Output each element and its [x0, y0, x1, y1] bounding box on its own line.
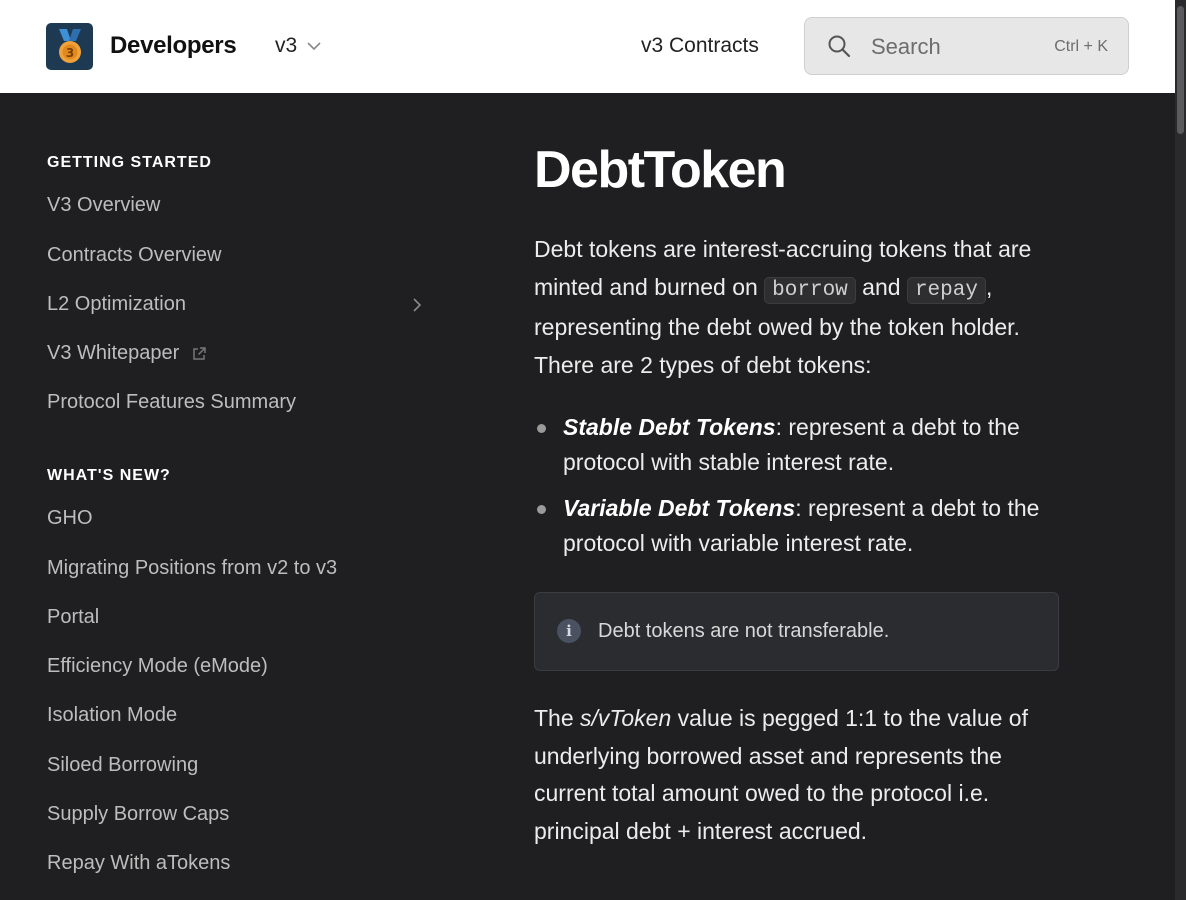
sidebar-item-supply-borrow-caps[interactable]: Supply Borrow Caps [47, 803, 432, 826]
sidebar-item-label: Supply Borrow Caps [47, 803, 230, 825]
top-header: 3 Developers v3 v3 Contracts Search Ctrl… [0, 0, 1175, 93]
info-icon: i [557, 619, 581, 643]
sidebar-item-gho[interactable]: GHO [47, 507, 432, 530]
svg-text:3: 3 [65, 46, 73, 60]
v3-contracts-link[interactable]: v3 Contracts [641, 34, 759, 58]
intro-paragraph: Debt tokens are interest-accruing tokens… [534, 231, 1054, 384]
sidebar-item-siloed-borrowing[interactable]: Siloed Borrowing [47, 754, 432, 777]
sidebar-item-emode[interactable]: Efficiency Mode (eMode) [47, 655, 432, 678]
sidebar-item-contracts-overview[interactable]: Contracts Overview [47, 244, 432, 267]
sidebar-item-label: Migrating Positions from v2 to v3 [47, 557, 338, 579]
list-item: Stable Debt Tokens: represent a debt to … [534, 410, 1054, 480]
scrollbar[interactable] [1175, 0, 1186, 900]
term-stable-debt-tokens: Stable Debt Tokens [563, 414, 776, 440]
sidebar-item-protocol-features-summary[interactable]: Protocol Features Summary [47, 391, 432, 414]
sidebar-item-label: Protocol Features Summary [47, 391, 296, 413]
sidebar-item-migrating-positions[interactable]: Migrating Positions from v2 to v3 [47, 557, 432, 580]
sidebar-item-label: V3 Overview [47, 194, 161, 216]
sidebar-section-whats-new: WHAT'S NEW? [47, 467, 171, 484]
search-icon [828, 35, 851, 58]
external-link-icon [193, 346, 207, 360]
search-shortcut: Ctrl + K [1054, 38, 1108, 55]
sidebar-item-repay-with-atokens[interactable]: Repay With aTokens [47, 852, 432, 875]
chevron-down-icon [307, 41, 321, 50]
page-title: DebtToken [534, 141, 787, 199]
intro-text: and [855, 273, 907, 300]
term-variable-debt-tokens: Variable Debt Tokens [563, 495, 796, 521]
chevron-right-icon[interactable] [413, 298, 422, 312]
sidebar-item-label: Contracts Overview [47, 244, 222, 266]
sidebar-item-label: Isolation Mode [47, 704, 178, 726]
brand-title[interactable]: Developers [110, 32, 237, 60]
bullet-dot [537, 505, 546, 514]
info-callout: i Debt tokens are not transferable. [534, 592, 1059, 671]
callout-message: Debt tokens are not transferable. [598, 620, 890, 642]
sidebar-item-label: Siloed Borrowing [47, 754, 199, 776]
sidebar-item-label: GHO [47, 507, 93, 529]
search-placeholder: Search [871, 34, 941, 59]
sidebar-section-getting-started: GETTING STARTED [47, 154, 212, 171]
code-repay: repay [906, 276, 986, 304]
list-item: Variable Debt Tokens: represent a debt t… [534, 491, 1054, 561]
sidebar-item-label: L2 Optimization [47, 293, 186, 315]
version-label: v3 [275, 34, 298, 57]
sidebar-item-label: Repay With aTokens [47, 852, 231, 874]
svtoken-term: s/vToken [580, 705, 672, 731]
sidebar-item-portal[interactable]: Portal [47, 606, 432, 629]
pegged-value-paragraph: The s/vToken value is pegged 1:1 to the … [534, 700, 1054, 850]
debt-token-types-list: Stable Debt Tokens: represent a debt to … [534, 410, 1054, 572]
logo-icon[interactable]: 3 [46, 23, 93, 70]
sidebar-item-label: Efficiency Mode (eMode) [47, 655, 268, 677]
sidebar-item-v3-overview[interactable]: V3 Overview [47, 194, 432, 217]
sidebar-item-label: Portal [47, 606, 100, 628]
sidebar-item-label: V3 Whitepaper [47, 342, 180, 364]
para-text: The [534, 705, 581, 731]
sidebar-item-isolation-mode[interactable]: Isolation Mode [47, 704, 432, 727]
sidebar-item-v3-whitepaper[interactable]: V3 Whitepaper [47, 342, 432, 365]
search-input[interactable]: Search Ctrl + K [804, 17, 1129, 75]
code-borrow: borrow [764, 276, 856, 304]
bullet-dot [537, 424, 546, 433]
version-dropdown[interactable]: v3 [275, 34, 321, 58]
scrollbar-thumb[interactable] [1177, 6, 1184, 134]
sidebar-item-l2-optimization[interactable]: L2 Optimization [47, 293, 432, 316]
